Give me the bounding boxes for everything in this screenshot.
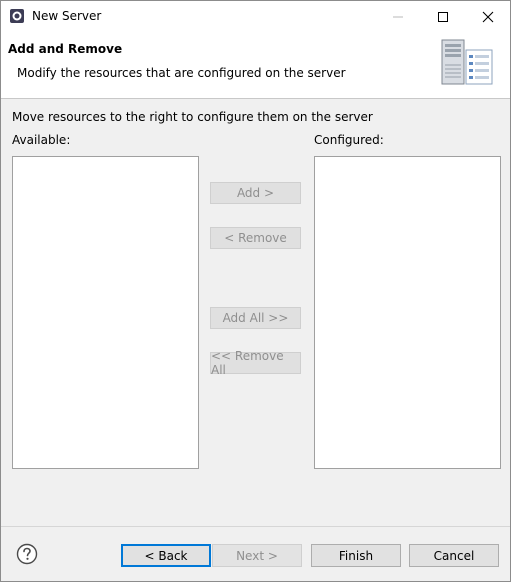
instructions-text: Move resources to the right to configure…	[12, 110, 373, 124]
configured-list[interactable]	[314, 156, 501, 469]
back-button[interactable]: < Back	[121, 544, 211, 567]
new-server-dialog: New Server Add and Remove Modify the res…	[0, 0, 511, 582]
close-button[interactable]	[465, 1, 510, 32]
cancel-button[interactable]: Cancel	[409, 544, 499, 567]
title-bar: New Server	[1, 1, 510, 32]
server-icon	[441, 39, 493, 85]
page-title: Add and Remove	[8, 42, 123, 56]
eclipse-icon	[10, 9, 24, 23]
page-description: Modify the resources that are configured…	[17, 66, 346, 80]
minimize-button[interactable]	[375, 1, 420, 32]
remove-button[interactable]: < Remove	[210, 227, 301, 249]
maximize-button[interactable]	[420, 1, 465, 32]
add-button[interactable]: Add >	[210, 182, 301, 204]
footer-separator	[1, 526, 510, 527]
available-label: Available:	[12, 133, 71, 147]
finish-button[interactable]: Finish	[311, 544, 401, 567]
remove-all-button[interactable]: << Remove All	[210, 349, 301, 377]
help-icon[interactable]	[16, 543, 38, 565]
close-icon	[482, 11, 493, 22]
minimize-icon	[392, 16, 403, 17]
add-all-button[interactable]: Add All >>	[210, 307, 301, 329]
wizard-header: Add and Remove Modify the resources that…	[1, 32, 510, 99]
configured-label: Configured:	[314, 133, 384, 147]
window-title: New Server	[32, 9, 102, 23]
available-list[interactable]	[12, 156, 199, 469]
next-button[interactable]: Next >	[212, 544, 302, 567]
maximize-icon	[437, 11, 448, 22]
